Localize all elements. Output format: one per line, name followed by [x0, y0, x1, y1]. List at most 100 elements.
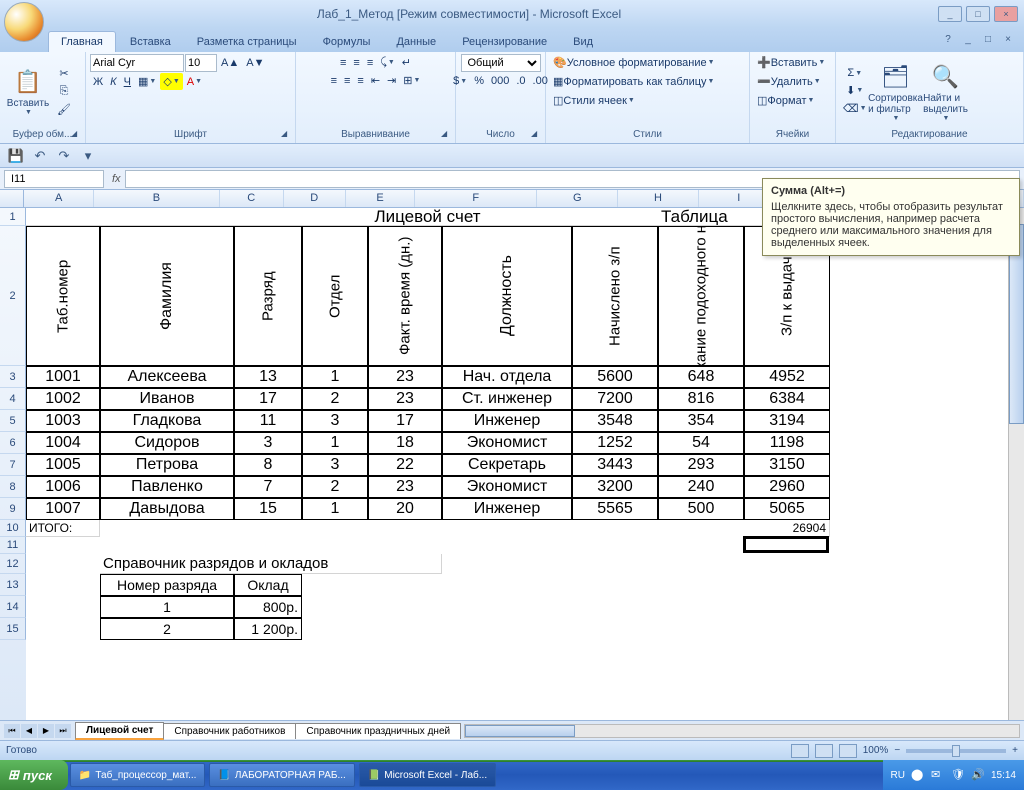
cell[interactable]: 1 — [302, 432, 368, 454]
tray-icon-1[interactable]: ⬤ — [911, 768, 925, 782]
cell[interactable]: 8 — [234, 454, 302, 476]
header-cell[interactable]: Отдел — [302, 226, 368, 366]
sheet-tab-1[interactable]: Справочник работников — [163, 723, 296, 739]
merge-center[interactable]: ⊞▼ — [400, 72, 423, 89]
cell[interactable]: 17 — [234, 388, 302, 410]
ribbon-close[interactable]: × — [1000, 32, 1016, 46]
qat-customize[interactable]: ▾ — [78, 147, 98, 165]
cell[interactable]: Иванов — [100, 388, 234, 410]
sheet-tab-2[interactable]: Справочник праздничных дней — [295, 723, 461, 739]
cell[interactable]: 15 — [234, 498, 302, 520]
align-left[interactable]: ≡ — [328, 72, 340, 89]
cell[interactable]: Сидоров — [100, 432, 234, 454]
col-G[interactable]: G — [537, 190, 618, 207]
cell[interactable]: 1001 — [26, 366, 100, 388]
cell[interactable]: 6384 — [744, 388, 830, 410]
fill[interactable]: ⬇▼ — [840, 82, 870, 99]
clock[interactable]: 15:14 — [991, 770, 1016, 781]
cell[interactable]: 3200 — [572, 476, 658, 498]
cell[interactable]: 3548 — [572, 410, 658, 432]
sheet-prev[interactable]: ◀ — [21, 724, 37, 738]
header-cell[interactable]: Начислено з/п — [572, 226, 658, 366]
underline-button[interactable]: Ч — [121, 73, 134, 90]
fill-color-button[interactable]: ◇▼ — [160, 73, 182, 90]
cell[interactable]: 4952 — [744, 366, 830, 388]
row-8[interactable]: 8 — [0, 476, 26, 498]
cell[interactable]: Инженер — [442, 498, 572, 520]
cell[interactable]: 23 — [368, 366, 442, 388]
cell[interactable]: 2 — [302, 476, 368, 498]
name-box[interactable] — [4, 170, 104, 188]
select-all[interactable] — [0, 190, 24, 207]
row-1[interactable]: 1 — [0, 208, 26, 226]
col-D[interactable]: D — [284, 190, 346, 207]
sheet-first[interactable]: ⏮ — [4, 724, 20, 738]
horizontal-scrollbar[interactable] — [464, 724, 1020, 738]
row-10[interactable]: 10 — [0, 520, 26, 537]
cell[interactable]: 3150 — [744, 454, 830, 476]
cell[interactable]: 3 — [234, 432, 302, 454]
cell[interactable]: Петрова — [100, 454, 234, 476]
autosum[interactable]: Σ▼ — [840, 65, 870, 81]
border-button[interactable]: ▦▼ — [135, 73, 159, 90]
align-launcher[interactable]: ◢ — [441, 129, 453, 141]
cell[interactable]: 800р. — [234, 596, 302, 618]
align-right[interactable]: ≡ — [354, 72, 366, 89]
cell[interactable]: 7 — [234, 476, 302, 498]
number-launcher[interactable]: ◢ — [531, 129, 543, 141]
cell[interactable]: 3194 — [744, 410, 830, 432]
cell[interactable]: 3 — [302, 410, 368, 432]
copy-button[interactable]: ⎘ — [54, 83, 74, 100]
save-button[interactable]: 💾 — [6, 147, 26, 165]
font-name[interactable] — [90, 54, 184, 72]
indent-dec[interactable]: ⇤ — [368, 72, 383, 89]
vertical-scrollbar[interactable] — [1008, 208, 1024, 720]
tab-review[interactable]: Рецензирование — [450, 32, 559, 52]
redo-button[interactable]: ↷ — [54, 147, 74, 165]
bold-button[interactable]: Ж — [90, 73, 106, 90]
cell[interactable]: 1 — [302, 498, 368, 520]
cell[interactable]: 1003 — [26, 410, 100, 432]
task-0[interactable]: 📁 Таб_процессор_мат... — [70, 763, 206, 787]
align-top[interactable]: ≡ — [337, 54, 349, 71]
cell[interactable]: 2 — [302, 388, 368, 410]
cell[interactable]: 22 — [368, 454, 442, 476]
help-button[interactable]: ? — [940, 32, 956, 46]
cell[interactable]: Секретарь — [442, 454, 572, 476]
cell[interactable]: 5600 — [572, 366, 658, 388]
cell[interactable]: Павленко — [100, 476, 234, 498]
cell[interactable]: 23 — [368, 476, 442, 498]
cell[interactable]: 54 — [658, 432, 744, 454]
row-14[interactable]: 14 — [0, 596, 26, 618]
shrink-font[interactable]: A▼ — [243, 54, 267, 72]
currency[interactable]: $▼ — [450, 73, 470, 89]
clipboard-launcher[interactable]: ◢ — [71, 129, 83, 141]
tab-data[interactable]: Данные — [384, 32, 448, 52]
close-button[interactable]: × — [994, 6, 1018, 22]
cell[interactable]: 1252 — [572, 432, 658, 454]
sheet-tab-0[interactable]: Лицевой счет — [75, 722, 164, 740]
grow-font[interactable]: A▲ — [218, 54, 242, 72]
cell[interactable]: 1198 — [744, 432, 830, 454]
font-launcher[interactable]: ◢ — [281, 129, 293, 141]
hscroll-thumb[interactable] — [465, 725, 575, 737]
format-cells[interactable]: ◫ Формат▼ — [754, 92, 817, 109]
format-painter-button[interactable]: 🖌 — [54, 101, 74, 118]
cell[interactable]: Давыдова — [100, 498, 234, 520]
cell[interactable]: 2960 — [744, 476, 830, 498]
cell[interactable]: 5065 — [744, 498, 830, 520]
cell[interactable]: 648 — [658, 366, 744, 388]
minimize-button[interactable]: _ — [938, 6, 962, 22]
insert-cells[interactable]: ➕ Вставить▼ — [754, 54, 828, 71]
align-center[interactable]: ≡ — [341, 72, 353, 89]
inc-dec[interactable]: .0 — [513, 73, 528, 89]
col-F[interactable]: F — [415, 190, 537, 207]
cell[interactable]: Ст. инженер — [442, 388, 572, 410]
cell[interactable]: Экономист — [442, 476, 572, 498]
cell[interactable]: 3 — [302, 454, 368, 476]
row-9[interactable]: 9 — [0, 498, 26, 520]
align-middle[interactable]: ≡ — [350, 54, 362, 71]
header-cell[interactable]: Удержание подоходного налога — [658, 226, 744, 366]
percent[interactable]: % — [471, 73, 487, 89]
row-3[interactable]: 3 — [0, 366, 26, 388]
